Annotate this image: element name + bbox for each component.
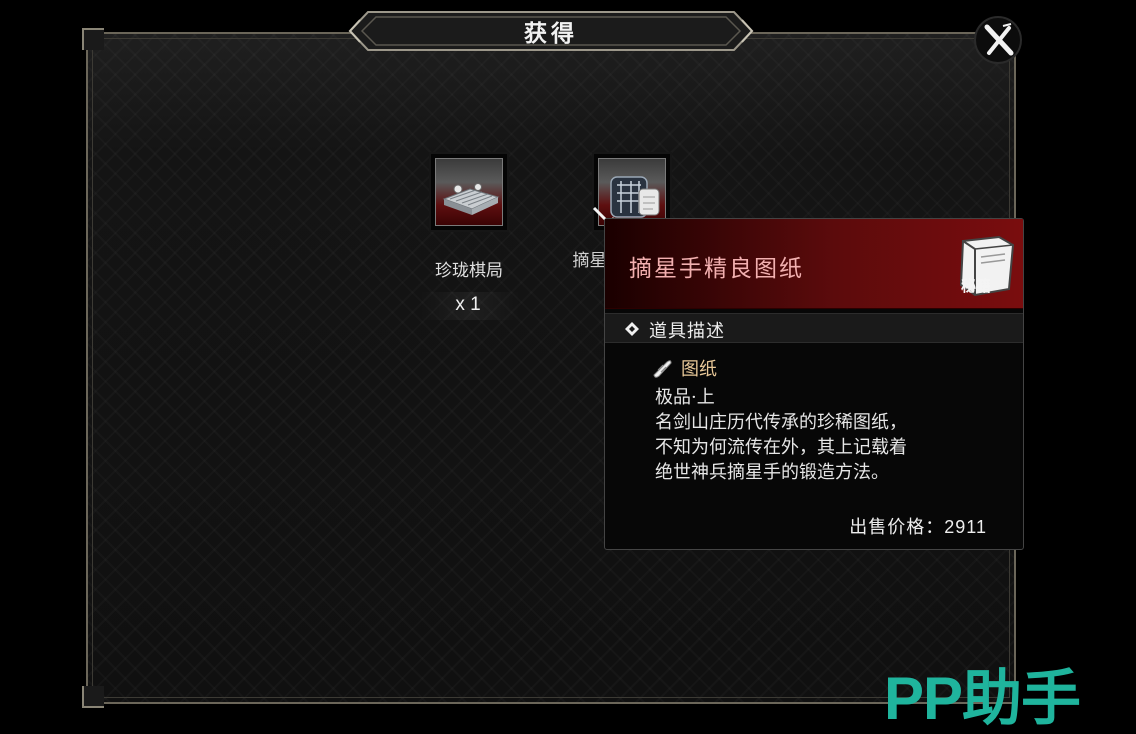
tooltip-title: 摘星手精良图纸 [629, 256, 804, 282]
description-line: 不知为何流传在外，其上记载着 [655, 437, 907, 458]
sell-price-label: 出售价格： [849, 517, 945, 538]
frame-corner-top-left [82, 28, 104, 50]
close-icon [984, 23, 1014, 56]
item-slot-chessboard[interactable] [429, 152, 509, 232]
scroll-icon [653, 360, 672, 378]
tooltip-type-badge: 秘籍 [961, 277, 992, 295]
description-line: 绝世神兵摘星手的锻造方法。 [655, 462, 889, 483]
category-row: 图纸 [651, 355, 717, 381]
chessboard-icon [442, 183, 500, 215]
tooltip-header: 摘星手精良图纸 秘籍 [605, 219, 1023, 309]
section-label: 道具描述 [649, 321, 725, 342]
item-tooltip: 摘星手精良图纸 秘籍 道具描述 图纸 极品·上 名剑山庄历代传承的珍稀图纸， 不… [604, 218, 1024, 550]
category-label: 图纸 [681, 359, 717, 380]
sell-price-value: 2911 [944, 517, 987, 537]
item-quantity: x 1 [455, 294, 481, 315]
item-slot-background [435, 158, 503, 226]
dialog-title: 获得 [524, 20, 578, 47]
close-button[interactable] [974, 16, 1022, 64]
frame-corner-bottom-left [82, 686, 104, 708]
description-line: 名剑山庄历代传承的珍稀图纸， [655, 412, 907, 433]
dialog-title-banner: 获得 [348, 10, 754, 52]
diamond-bullet-icon [625, 322, 639, 336]
item-description: 极品·上 名剑山庄历代传承的珍稀图纸， 不知为何流传在外，其上记载着 绝世神兵摘… [655, 385, 1005, 485]
description-section-header: 道具描述 [605, 313, 1023, 343]
sell-price: 出售价格：2911 [849, 513, 987, 539]
item-grade: 极品·上 [655, 387, 715, 408]
item-name: 珍珑棋局 [435, 261, 503, 281]
watermark-logo: PP助手 [884, 665, 1081, 732]
